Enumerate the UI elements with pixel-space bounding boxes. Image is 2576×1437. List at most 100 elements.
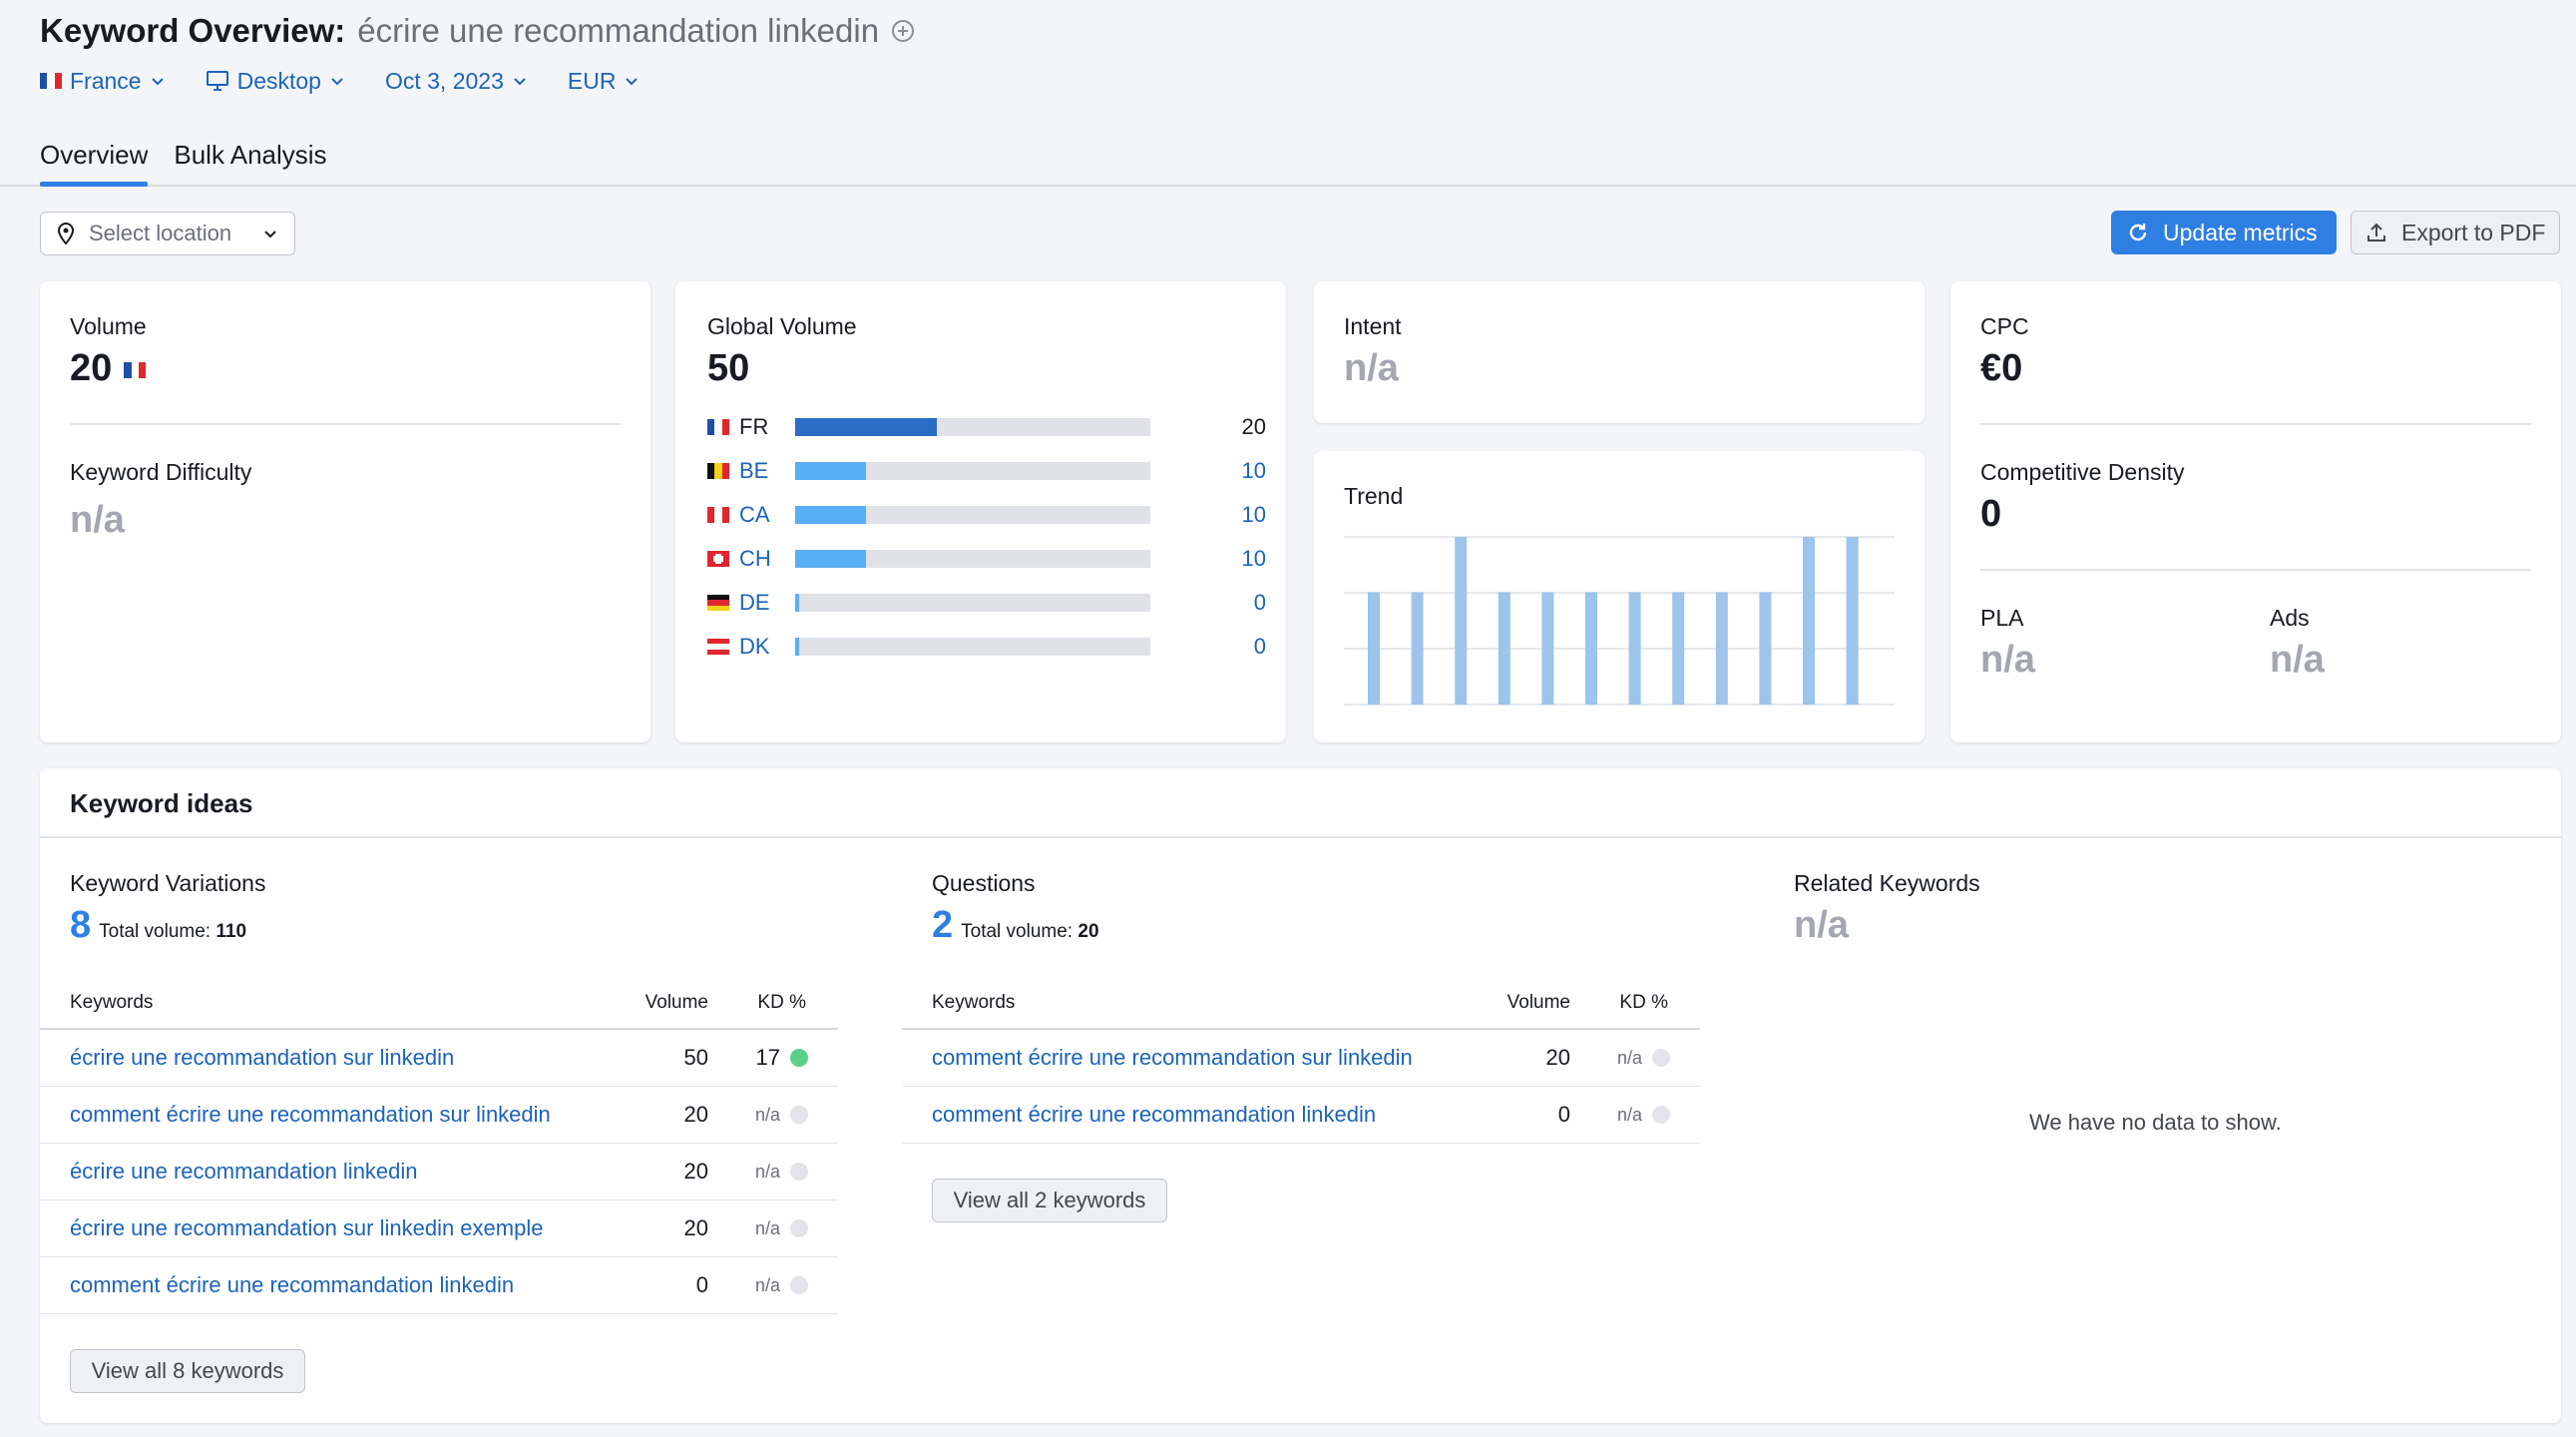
keyword-link[interactable]: comment écrire une recommandation linked… <box>40 1272 609 1298</box>
kd-value: n/a <box>754 1274 780 1295</box>
upload-icon <box>2367 223 2385 241</box>
refresh-icon <box>2129 224 2147 241</box>
variations-total: Total volume: 110 <box>99 921 246 943</box>
trend-bar[interactable] <box>1498 592 1510 705</box>
country-volume-bar <box>795 462 1150 480</box>
country-code[interactable]: CH <box>739 546 795 572</box>
device-filter[interactable]: Desktop <box>206 68 345 95</box>
keyword-link[interactable]: écrire une recommandation linkedin <box>40 1159 609 1185</box>
col-volume[interactable]: Volume <box>609 992 708 1014</box>
cpc-label: CPC <box>1980 313 2029 339</box>
country-code[interactable]: DK <box>739 634 795 660</box>
tab-bulk-analysis[interactable]: Bulk Analysis <box>174 136 326 187</box>
cpc-value: €0 <box>1980 347 2023 389</box>
date-filter[interactable]: Oct 3, 2023 <box>385 68 528 95</box>
col-keywords: Keywords <box>932 992 1016 1013</box>
trend-bar[interactable] <box>1672 592 1685 705</box>
kd-value: n/a <box>70 499 125 541</box>
questions-count[interactable]: 2 <box>932 904 953 947</box>
keyword-kd: n/a <box>1570 1105 1700 1126</box>
country-volume-bar <box>795 506 1150 524</box>
keyword-variations-title: Keyword Variations <box>70 870 266 896</box>
country-volume-value[interactable]: 0 <box>1150 590 1266 616</box>
trend-bar[interactable] <box>1628 592 1641 705</box>
trend-bar[interactable] <box>1803 537 1815 705</box>
country-code[interactable]: CA <box>739 502 795 528</box>
keyword-link[interactable]: comment écrire une recommandation linked… <box>902 1102 1471 1128</box>
section-divider <box>40 836 2561 838</box>
variations-total-value: 110 <box>215 921 247 942</box>
col-volume[interactable]: Volume <box>1471 992 1570 1014</box>
keyword-volume: 50 <box>683 1045 708 1070</box>
volume-value: 20 <box>70 347 147 390</box>
country-volume-value: 20 <box>1241 414 1266 439</box>
trend-label: Trend <box>1344 483 1404 509</box>
competitive-density-label: Competitive Density <box>1980 459 2185 485</box>
be-flag-icon <box>707 463 729 479</box>
export-pdf-label: Export to PDF <box>2401 219 2546 245</box>
competitive-density-value: 0 <box>1980 493 2002 535</box>
related-keywords-value: n/a <box>1794 904 1849 946</box>
keyword-ideas-card: Keyword ideas Keyword Variations 8 Total… <box>40 768 2561 1423</box>
country-code[interactable]: DE <box>739 590 795 616</box>
trend-bar[interactable] <box>1585 592 1597 705</box>
intent-value: n/a <box>1344 347 1399 389</box>
trend-bar[interactable] <box>1759 592 1772 705</box>
trend-bar[interactable] <box>1541 592 1554 705</box>
variations-count[interactable]: 8 <box>70 904 91 947</box>
trend-bar[interactable] <box>1368 592 1380 705</box>
keyword-link[interactable]: comment écrire une recommandation sur li… <box>40 1102 609 1128</box>
trend-bar[interactable] <box>1455 537 1468 705</box>
country-volume-value[interactable]: 10 <box>1150 502 1266 528</box>
keyword-link[interactable]: comment écrire une recommandation sur li… <box>902 1045 1471 1071</box>
keyword-volume: 20 <box>683 1215 708 1240</box>
kd-indicator-icon <box>790 1219 808 1237</box>
view-all-questions-button[interactable]: View all 2 keywords <box>932 1179 1167 1222</box>
col-kd[interactable]: KD % <box>1570 992 1700 1014</box>
ch-flag-icon <box>707 551 729 567</box>
keyword-kd: n/a <box>708 1105 838 1126</box>
country-volume-bar <box>795 594 1150 612</box>
volume-number: 20 <box>70 347 113 389</box>
variations-count-row: 8 Total volume: 110 <box>70 904 246 947</box>
col-kd[interactable]: KD % <box>708 992 838 1014</box>
device-label: Desktop <box>236 67 321 94</box>
country-volume-row: CA 10 <box>707 500 1266 530</box>
de-flag-icon <box>707 595 729 611</box>
currency-filter[interactable]: EUR <box>568 68 641 95</box>
country-volume-value[interactable]: 10 <box>1150 546 1266 572</box>
kd-value: n/a <box>1616 1104 1642 1125</box>
questions-title: Questions <box>932 870 1036 896</box>
keyword-volume: 20 <box>1545 1045 1570 1070</box>
export-pdf-button[interactable]: Export to PDF <box>2351 211 2560 254</box>
card-divider <box>70 423 621 425</box>
update-metrics-button[interactable]: Update metrics <box>2111 211 2337 254</box>
global-volume-card: Global Volume 50 FR 20 BE 10 CA 10 CH 10 DE 0 DK 0 <box>675 281 1286 742</box>
chevron-down-icon <box>331 78 343 86</box>
view-all-variations-button[interactable]: View all 8 keywords <box>70 1349 305 1393</box>
location-select[interactable]: Select location <box>40 212 295 255</box>
kd-value: n/a <box>1616 1047 1642 1068</box>
country-code[interactable]: BE <box>739 458 795 484</box>
trend-card: Trend <box>1314 451 1925 742</box>
country-volume-row: DE 0 <box>707 588 1266 618</box>
questions-total-value: 20 <box>1077 921 1099 942</box>
tab-overview[interactable]: Overview <box>40 136 149 187</box>
cpc-card: CPC €0 Competitive Density 0 PLA n/a Ads… <box>1950 281 2561 742</box>
keyword-link[interactable]: écrire une recommandation sur linkedin e… <box>40 1215 609 1241</box>
country-volume-bar-fill <box>795 594 800 612</box>
trend-bar[interactable] <box>1411 592 1424 705</box>
page-header: Keyword Overview: écrire une recommandat… <box>0 0 2576 187</box>
country-volume-value[interactable]: 0 <box>1150 634 1266 660</box>
country-volume-row: DK 0 <box>707 632 1266 662</box>
keyword-link[interactable]: écrire une recommandation sur linkedin <box>40 1045 609 1071</box>
country-filter[interactable]: France <box>40 68 166 95</box>
add-circle-icon[interactable] <box>891 19 915 43</box>
location-pin-icon <box>57 222 75 245</box>
questions-total-label: Total volume: <box>961 921 1073 942</box>
trend-bar[interactable] <box>1715 592 1728 705</box>
kd-value: n/a <box>754 1104 780 1125</box>
country-volume-value[interactable]: 10 <box>1150 458 1266 484</box>
trend-bar[interactable] <box>1846 537 1859 705</box>
table-row: écrire une recommandation sur linkedin e… <box>40 1200 838 1257</box>
